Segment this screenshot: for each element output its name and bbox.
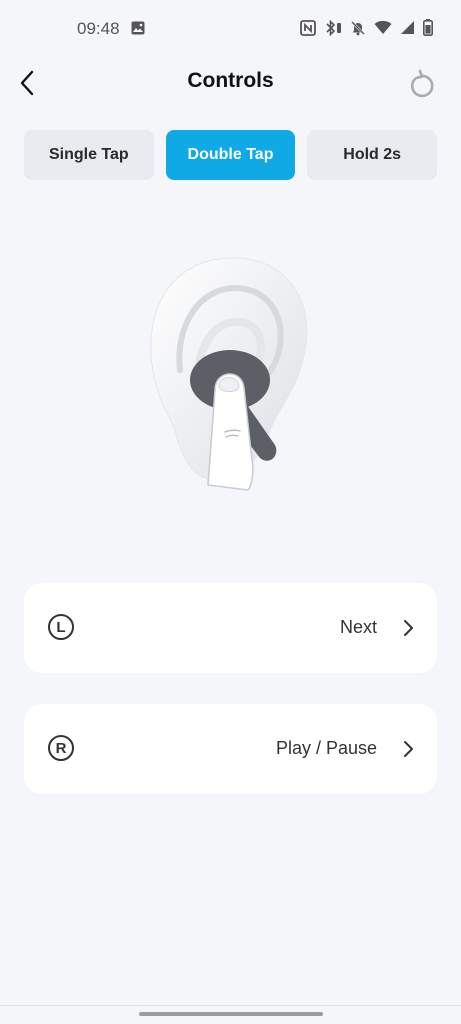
reset-icon bbox=[407, 69, 437, 104]
bluetooth-battery-icon bbox=[324, 19, 342, 36]
home-indicator[interactable] bbox=[139, 1012, 323, 1016]
nav-divider bbox=[0, 1005, 461, 1006]
left-action-value: Next bbox=[339, 617, 377, 637]
nfc-icon bbox=[300, 19, 316, 36]
chevron-right-icon bbox=[403, 740, 415, 763]
page-title: Controls bbox=[187, 69, 274, 92]
chevron-right-icon bbox=[403, 619, 415, 642]
status-icons bbox=[300, 19, 433, 36]
wifi-icon bbox=[374, 20, 392, 35]
right-action-value: Play / Pause bbox=[275, 738, 377, 758]
right-side-badge: R bbox=[48, 735, 74, 761]
status-bar: 09:48 bbox=[0, 0, 461, 58]
tab-hold-2s[interactable]: Hold 2s bbox=[307, 130, 438, 180]
battery-icon bbox=[423, 19, 433, 36]
status-time: 09:48 bbox=[77, 19, 120, 38]
tap-mode-tabs: Single Tap Double Tap Hold 2s bbox=[24, 130, 438, 180]
signal-icon bbox=[400, 20, 415, 35]
right-earbud-control[interactable]: R Play / Pause bbox=[24, 704, 437, 794]
mute-bell-icon bbox=[350, 20, 366, 36]
left-side-badge: L bbox=[48, 614, 74, 640]
reset-button[interactable] bbox=[407, 66, 437, 100]
image-notification-icon bbox=[131, 21, 145, 40]
left-earbud-control[interactable]: L Next bbox=[24, 583, 437, 673]
ear-tap-illustration bbox=[120, 230, 350, 510]
header: Controls bbox=[0, 58, 461, 108]
tab-double-tap[interactable]: Double Tap bbox=[165, 130, 296, 180]
tab-single-tap[interactable]: Single Tap bbox=[24, 130, 154, 180]
